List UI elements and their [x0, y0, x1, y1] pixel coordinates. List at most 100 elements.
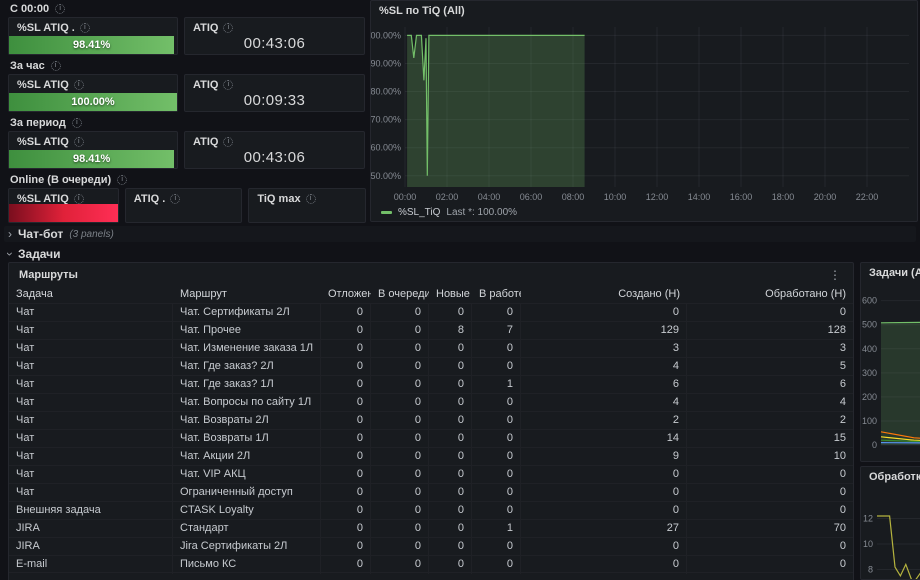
column-header[interactable]: В очереди↓ [371, 288, 429, 300]
svg-text:100: 100 [862, 416, 877, 426]
table-header-row: ЗадачаМаршрутОтложеныВ очереди↓НовыеВ ра… [9, 285, 853, 303]
dashboard-row-tasks[interactable]: Задачи [4, 246, 916, 262]
panel-title: %SL ATIQ [9, 75, 177, 95]
table-cell: 0 [321, 322, 371, 340]
table-cell: 14 [521, 430, 687, 448]
gauge-bar: 98.41% [9, 150, 175, 168]
table-cell: 0 [472, 340, 521, 358]
info-icon[interactable] [55, 3, 66, 14]
dashboard-row-chatbot[interactable]: Чат-бот (3 panels) [4, 226, 916, 242]
svg-text:22:00: 22:00 [856, 192, 879, 202]
svg-text:08:00: 08:00 [562, 192, 585, 202]
column-header[interactable]: Обработано (Н) [687, 288, 853, 300]
row-title-online-queue[interactable]: Online (В очереди) [8, 173, 366, 186]
row-title-per-hour[interactable]: За час [8, 59, 366, 72]
svg-text:04:00: 04:00 [478, 192, 501, 202]
info-icon[interactable] [50, 60, 61, 71]
table-cell: 0 [472, 430, 521, 448]
table-row: E-mail Письмо КС 0 0 0 0 0 0 [9, 555, 853, 574]
table-cell: E-mail [9, 556, 173, 574]
row-group-online-queue: Online (В очереди) %SL ATIQ ATIQ . [8, 173, 366, 223]
info-icon[interactable] [170, 194, 181, 204]
stat-panel-atiq: ATIQ 00:09:33 [184, 74, 365, 112]
table-cell: 129 [521, 322, 687, 340]
stat-panel-atiq: ATIQ 00:43:06 [184, 131, 365, 169]
row-title-per-period[interactable]: За период [8, 116, 366, 129]
svg-text:300: 300 [862, 368, 877, 378]
table-cell: Чат. Акции 2Л [173, 448, 321, 466]
table-cell: Чат [9, 304, 173, 322]
table-row: Чат Чат. Прочее 0 0 8 7 129 128 [9, 321, 853, 340]
table-cell: CTASK Loyalty [173, 502, 321, 520]
info-icon[interactable] [305, 194, 316, 204]
panel-title: Задачи (All) [861, 263, 920, 283]
info-icon[interactable] [223, 137, 234, 147]
gauge-bar: 98.41% [9, 36, 175, 54]
table-cell: Чат [9, 394, 173, 412]
table-cell: 0 [371, 394, 429, 412]
stat-panel-atiq-online: ATIQ . [124, 188, 243, 223]
table-cell: 0 [429, 358, 472, 376]
table-cell: 0 [839, 540, 846, 552]
row-panels: %SL ATIQ ATIQ . TiQ max [8, 188, 366, 223]
table-cell: Чат [9, 430, 173, 448]
info-icon[interactable] [223, 23, 234, 33]
table-cell: 0 [521, 484, 687, 502]
info-icon[interactable] [79, 23, 90, 33]
table-row: Чат Чат. Возвраты 1Л 0 0 0 0 14 15 [9, 429, 853, 448]
column-header[interactable]: Задача [9, 288, 173, 300]
column-header[interactable]: Новые [429, 288, 472, 300]
panel-title-label: Обработка чато [869, 471, 920, 483]
table-cell: Чат [9, 448, 173, 466]
panel-title-label: Задачи (All) [869, 267, 920, 279]
info-icon[interactable] [117, 174, 128, 185]
table-cell: 0 [429, 502, 472, 520]
table-cell: Чат. Где заказ? 2Л [173, 358, 321, 376]
panel-title: TiQ max [249, 189, 365, 209]
info-icon[interactable] [71, 117, 82, 128]
table-cell: 0 [371, 358, 429, 376]
info-icon[interactable] [73, 137, 84, 147]
table-cell: Чат [9, 340, 173, 358]
table-cell: 0 [371, 448, 429, 466]
column-header[interactable]: Маршрут [173, 288, 321, 300]
table-cell: JIRA [9, 520, 173, 538]
panel-menu-icon[interactable] [827, 268, 843, 282]
legend-series-label[interactable]: %SL_TiQ [398, 207, 440, 218]
table-row: Внешняя задача CTASK Loyalty 0 0 0 0 0 0 [9, 501, 853, 520]
stat-value: 00:09:33 [243, 92, 306, 109]
gauge-panel-sl-atiq: %SL ATIQ 98.41% [8, 131, 178, 169]
table-cell: Чат. Вопросы по сайту 1Л [173, 394, 321, 412]
info-icon[interactable] [223, 80, 234, 90]
column-header[interactable]: В работе [472, 288, 521, 300]
table-row: Чат Чат. Где заказ? 2Л 0 0 0 0 4 5 [9, 357, 853, 376]
table-cell: 6 [521, 376, 687, 394]
table-cell: 0 [371, 340, 429, 358]
svg-text:80.00%: 80.00% [371, 87, 401, 97]
table-row: JIRA Стандарт 0 0 0 1 27 70 [9, 519, 853, 538]
panel-title: Обработка чато [861, 467, 920, 487]
panel-title-label: Маршруты [19, 269, 78, 281]
table-cell: 0 [472, 484, 521, 502]
panel-title-label: TiQ max [257, 193, 301, 205]
column-header[interactable]: Создано (Н) [521, 288, 687, 300]
gauge-value: 98.41% [73, 153, 111, 165]
row-panels: %SL ATIQ 98.41% ATIQ 00:43:06 [8, 131, 366, 169]
column-header[interactable]: Отложены [321, 288, 371, 300]
info-icon[interactable] [73, 80, 84, 90]
table-cell: 0 [521, 502, 687, 520]
panel-title: %SL по TiQ (All) [371, 1, 917, 21]
row-title-label: За час [10, 59, 45, 72]
chat-processing-chart: 8 10 12 [861, 487, 920, 579]
gauge-value: 98.41% [73, 39, 111, 51]
table-cell: 4 [839, 396, 846, 408]
row-title-since-midnight[interactable]: С 00:00 [8, 2, 366, 15]
gauge-panel-sl-atiq-online: %SL ATIQ [8, 188, 119, 223]
table-cell: 0 [371, 502, 429, 520]
table-cell: 0 [371, 520, 429, 538]
table-cell: Чат. Прочее [173, 322, 321, 340]
table-cell: 3 [839, 342, 846, 354]
table-cell: 0 [321, 448, 371, 466]
info-icon[interactable] [73, 194, 84, 204]
svg-text:00:00: 00:00 [394, 192, 417, 202]
